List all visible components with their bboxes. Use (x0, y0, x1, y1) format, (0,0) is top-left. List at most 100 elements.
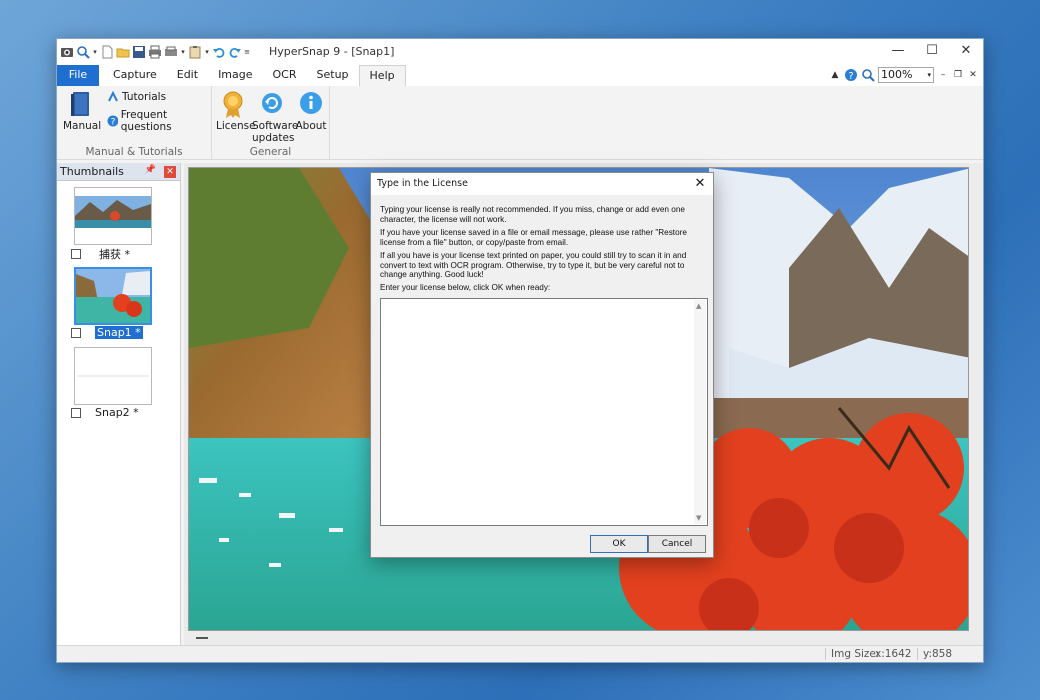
customize-toolbar-icon[interactable]: ≡ (244, 48, 250, 56)
manual-button[interactable]: Manual (63, 90, 102, 132)
window-title: HyperSnap 9 - [Snap1] (269, 45, 395, 58)
about-label: About (295, 120, 327, 132)
tab-image[interactable]: Image (208, 65, 262, 86)
tutorials-icon (108, 91, 118, 102)
license-textarea[interactable]: ▲ ▼ (380, 298, 708, 526)
scroll-thumb[interactable] (196, 637, 208, 639)
close-button[interactable]: ✕ (949, 39, 983, 65)
thumbnail-checkbox[interactable] (71, 249, 81, 259)
zoom-icon[interactable] (861, 68, 875, 82)
dialog-title: Type in the License (377, 178, 468, 189)
thumbnail-checkbox[interactable] (71, 407, 81, 418)
undo-icon[interactable] (212, 45, 226, 59)
dialog-close-button[interactable]: ✕ (693, 173, 707, 195)
window-controls: — ☐ ✕ (881, 39, 983, 65)
ok-button[interactable]: OK (590, 535, 648, 553)
status-divider (917, 648, 918, 660)
group-general: License Software updates About General (212, 86, 330, 160)
zoom-value: 100% (881, 68, 913, 81)
chevron-down-icon[interactable]: ▾ (92, 48, 98, 56)
group-manual-tutorials: Manual Tutorials ? Frequent questions Ma… (57, 86, 212, 160)
software-updates-button[interactable]: Software updates (252, 90, 298, 144)
thumbnail-label: 捕获 * (99, 248, 130, 261)
collapse-ribbon-icon[interactable]: ▲ (829, 70, 841, 80)
open-folder-icon[interactable] (116, 45, 130, 59)
group-label-general: General (249, 146, 292, 158)
close-panel-button[interactable]: ✕ (164, 166, 176, 178)
license-label: License (216, 120, 256, 132)
dialog-ocr-hint: If all you have is your license text pri… (380, 251, 687, 280)
mdi-minimize-icon[interactable]: – (937, 70, 949, 80)
title-bar: ▾ ▾ ▾ ≡ HyperSnap 9 - [Snap1] — ☐ ✕ (57, 39, 983, 65)
mdi-restore-icon[interactable]: ❐ (952, 70, 964, 80)
zoom-select[interactable]: 100% ▾ (878, 67, 934, 83)
thumbnail-3[interactable] (74, 347, 152, 405)
thumbnail-1[interactable] (74, 187, 152, 245)
img-size-x: x:1642 (875, 648, 912, 660)
thumbnail-image (75, 188, 151, 244)
cancel-button[interactable]: Cancel (648, 535, 706, 553)
mdi-close-icon[interactable]: ✕ (967, 70, 979, 80)
new-file-icon[interactable] (100, 45, 114, 59)
tab-ocr[interactable]: OCR (263, 65, 307, 86)
ribbon-help: Manual Tutorials ? Frequent questions Ma… (57, 86, 983, 160)
frequent-questions-button[interactable]: ? Frequent questions (107, 109, 211, 133)
tutorials-button[interactable]: Tutorials (107, 91, 166, 103)
dialog-title-bar: Type in the License ✕ (371, 173, 713, 195)
svg-text:?: ? (848, 71, 853, 82)
license-dialog: Type in the License ✕ Typing your licens… (370, 172, 714, 558)
updates-label: updates (252, 132, 295, 144)
info-icon (300, 92, 322, 114)
chevron-down-icon[interactable]: ▾ (204, 48, 210, 56)
manual-label: Manual (63, 120, 102, 132)
thumbnail-image (76, 269, 150, 323)
scroll-up-icon[interactable]: ▲ (696, 302, 701, 310)
license-medal-icon (223, 91, 243, 118)
thumbnail-caption-2: Snap1 * (71, 326, 143, 339)
thumbnail-2[interactable] (74, 267, 152, 325)
help-icon[interactable]: ? (844, 68, 858, 82)
update-icon (262, 93, 282, 113)
thumbnail-label: Snap2 * (95, 406, 139, 419)
status-divider (825, 648, 826, 660)
group-label-manual-tutorials: Manual & Tutorials (85, 146, 183, 158)
textarea-scrollbar[interactable]: ▲ ▼ (694, 300, 706, 524)
faq-label: Frequent questions (120, 109, 172, 133)
print-icon[interactable] (148, 45, 162, 59)
tab-file[interactable]: File (57, 65, 99, 86)
license-button[interactable]: License (216, 90, 256, 132)
thumbnail-label: Snap1 * (95, 326, 143, 339)
dialog-restore-hint: If you have your license saved in a file… (380, 228, 687, 247)
chevron-down-icon[interactable]: ▾ (180, 48, 186, 56)
question-icon: ? (107, 115, 118, 127)
software-label: Software (252, 120, 299, 132)
img-size-y: y:858 (923, 648, 953, 660)
vertical-scrollbar[interactable] (969, 163, 983, 645)
tab-help[interactable]: Help (358, 65, 406, 86)
about-button[interactable]: About (294, 90, 328, 132)
redo-icon[interactable] (228, 45, 242, 59)
thumbnails-header: Thumbnails 📌 ✕ (57, 163, 180, 181)
scroll-down-icon[interactable]: ▼ (696, 514, 701, 522)
dialog-warning-text: Typing your license is really not recomm… (380, 205, 685, 224)
pin-icon[interactable]: 📌 (145, 165, 156, 175)
thumbnail-caption-1: 捕获 * (71, 246, 130, 262)
thumbnail-checkbox[interactable] (71, 327, 81, 338)
tab-edit[interactable]: Edit (167, 65, 208, 86)
svg-text:?: ? (111, 118, 116, 128)
save-icon[interactable] (132, 45, 146, 59)
tab-setup[interactable]: Setup (307, 65, 359, 86)
horizontal-scrollbar[interactable] (184, 631, 969, 645)
print-preview-icon[interactable] (164, 45, 178, 59)
maximize-button[interactable]: ☐ (915, 39, 949, 65)
clipboard-icon[interactable] (188, 45, 202, 59)
camera-icon[interactable] (60, 45, 74, 59)
zoom-magnifier-icon[interactable] (76, 45, 90, 59)
tab-capture[interactable]: Capture (103, 65, 167, 86)
tutorials-label: Tutorials (122, 91, 167, 103)
thumbnails-panel: Thumbnails 📌 ✕ 捕获 * Snap1 * Snap2 * (57, 163, 181, 645)
minimize-button[interactable]: — (881, 39, 915, 65)
thumbnail-image (75, 348, 151, 404)
img-size-label: Img Size: (831, 648, 880, 660)
ribbon-right-controls: ▲ ? 100% ▾ – ❐ ✕ (829, 67, 979, 83)
